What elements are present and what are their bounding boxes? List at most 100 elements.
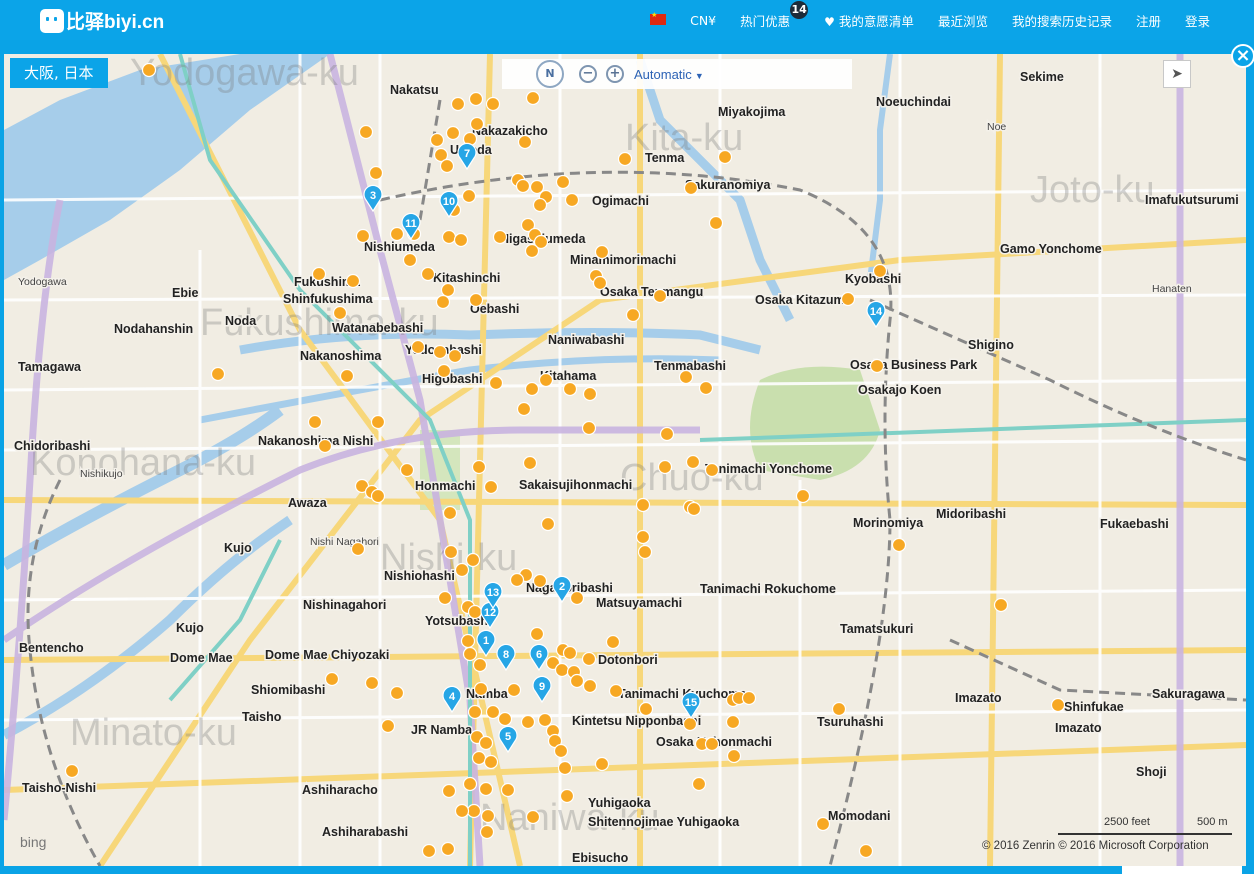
hotel-marker[interactable] [435,294,451,310]
hotel-marker[interactable] [509,572,525,588]
locate-me-button[interactable]: ➤ [1163,60,1191,88]
hotel-marker[interactable] [478,781,494,797]
hotel-marker[interactable] [515,178,531,194]
hotel-marker[interactable] [581,420,597,436]
hotel-marker[interactable] [466,803,482,819]
hotel-marker[interactable] [691,776,707,792]
hotel-marker[interactable] [479,824,495,840]
hotel-marker[interactable] [625,307,641,323]
hotel-marker[interactable] [460,633,476,649]
hotel-marker[interactable] [795,488,811,504]
hotel-marker[interactable] [608,683,624,699]
hotel-marker[interactable] [678,369,694,385]
hotel-marker[interactable] [617,151,633,167]
hotel-marker[interactable] [441,783,457,799]
hotel-marker[interactable] [605,634,621,650]
hotel-marker[interactable] [399,462,415,478]
hotel-marker[interactable] [471,750,487,766]
hotel-marker[interactable] [364,675,380,691]
hotel-marker[interactable] [355,228,371,244]
hotel-marker[interactable] [389,226,405,242]
site-logo[interactable]: 比驿biyi.cn [40,7,164,34]
hotel-marker[interactable] [317,438,333,454]
hotel-marker[interactable] [441,229,457,245]
hotel-marker[interactable] [436,363,452,379]
hotel-marker[interactable] [480,808,496,824]
login-link[interactable]: 登录 [1185,11,1210,30]
hotel-marker[interactable] [339,368,355,384]
hotel-marker[interactable] [450,96,466,112]
hotel-marker[interactable] [554,662,570,678]
hotel-marker[interactable] [525,90,541,106]
hotel-marker[interactable] [468,91,484,107]
hotel-marker[interactable] [562,645,578,661]
hotel-marker[interactable] [471,459,487,475]
hotel-marker[interactable] [497,711,513,727]
hotel-marker[interactable] [532,573,548,589]
hotel-marker[interactable] [685,454,701,470]
hotel-marker[interactable] [562,381,578,397]
hotel-marker[interactable] [485,96,501,112]
hotel-marker[interactable] [637,544,653,560]
hotel-marker[interactable] [454,803,470,819]
hotel-marker[interactable] [708,215,724,231]
hotel-marker[interactable] [64,763,80,779]
hotel-marker[interactable] [468,292,484,308]
hotel-marker[interactable] [741,690,757,706]
hotel-marker[interactable] [520,714,536,730]
hotel-marker[interactable] [524,243,540,259]
hotel-marker[interactable] [698,380,714,396]
hotel-marker[interactable] [402,252,418,268]
china-flag-icon[interactable] [650,11,667,28]
hotel-marker[interactable] [840,291,856,307]
hotel-marker[interactable] [345,273,361,289]
hotel-marker[interactable] [307,414,323,430]
hotel-marker[interactable] [682,716,698,732]
hotel-marker[interactable] [472,657,488,673]
hotel-marker[interactable] [465,552,481,568]
hotel-marker[interactable] [592,275,608,291]
hotel-marker[interactable] [524,381,540,397]
hotel-marker[interactable] [638,701,654,717]
hotel-marker[interactable] [389,685,405,701]
hotel-marker[interactable] [522,455,538,471]
map-view[interactable]: Yodogawa-ku Kita-ku Joto-ku Fukushima-ku… [4,54,1246,866]
hotel-marker[interactable] [447,348,463,364]
hotel-marker[interactable] [726,748,742,764]
map-canvas[interactable]: Yodogawa-ku Kita-ku Joto-ku Fukushima-ku… [4,54,1246,866]
recently-viewed-link[interactable]: 最近浏览 [938,11,988,30]
hotel-marker[interactable] [831,701,847,717]
hotel-marker[interactable] [657,459,673,475]
hotel-marker[interactable] [559,788,575,804]
hotel-marker[interactable] [594,244,610,260]
hot-deals-link[interactable]: 热门优惠 14 [740,0,809,30]
hotel-marker[interactable] [569,590,585,606]
hotel-marker[interactable] [370,414,386,430]
zoom-out-button[interactable]: − [579,65,597,83]
compass-control[interactable]: N [530,60,570,88]
hotel-marker[interactable] [594,756,610,772]
search-history-link[interactable]: 我的搜索历史记录 [1012,11,1112,30]
hotel-marker[interactable] [525,809,541,825]
hotel-marker[interactable] [462,776,478,792]
hotel-marker[interactable] [581,651,597,667]
hotel-marker[interactable] [483,754,499,770]
hotel-marker[interactable] [440,282,456,298]
hotel-marker[interactable] [488,375,504,391]
hotel-marker[interactable] [473,681,489,697]
hotel-marker[interactable] [717,149,733,165]
hotel-marker[interactable] [350,541,366,557]
hotel-marker[interactable] [141,62,157,78]
hotel-marker[interactable] [537,712,553,728]
hotel-marker[interactable] [538,372,554,388]
hotel-marker[interactable] [652,288,668,304]
hotel-marker[interactable] [683,180,699,196]
hotel-marker[interactable] [332,305,348,321]
hotel-marker[interactable] [569,673,585,689]
hotel-marker[interactable] [467,704,483,720]
hotel-marker[interactable] [368,165,384,181]
hotel-marker[interactable] [210,366,226,382]
hotel-marker[interactable] [324,671,340,687]
hotel-marker[interactable] [311,266,327,282]
hotel-marker[interactable] [453,232,469,248]
